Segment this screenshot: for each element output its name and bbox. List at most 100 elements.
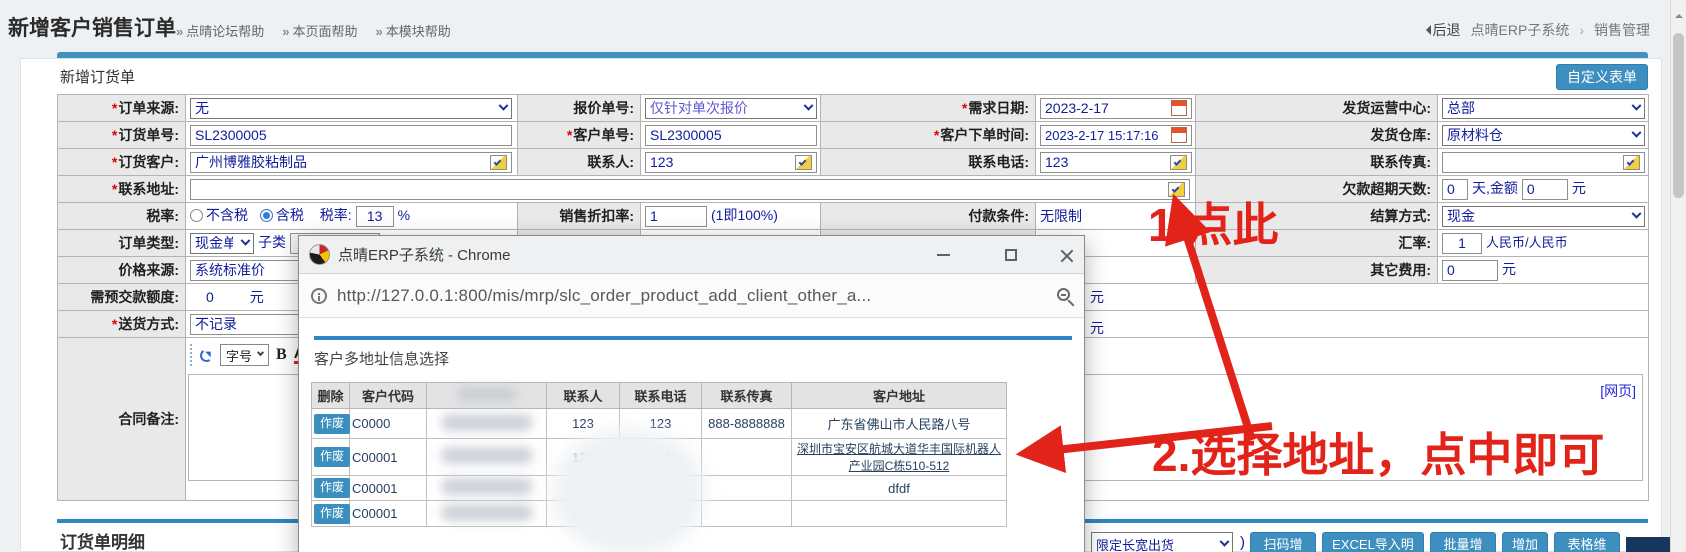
table-maintain-button[interactable]: 表格维护 bbox=[1554, 532, 1620, 552]
client-label: *订货客户: bbox=[57, 148, 186, 176]
clipped-button-fragment[interactable] bbox=[1626, 537, 1672, 552]
form-section-title: 新增订货单 bbox=[60, 69, 136, 86]
tax-rate-label: 税率: bbox=[319, 207, 352, 224]
help-link-page[interactable]: » 本页面帮助 bbox=[282, 21, 357, 40]
unit-limit-select[interactable]: 限定长宽出货 bbox=[1091, 532, 1233, 552]
screen: 新增客户销售订单 » 点晴论坛帮助 » 本页面帮助 » 本模块帮助 后退 点晴ERP子… bbox=[0, 0, 1686, 552]
settle-select[interactable]: 现金 bbox=[1442, 205, 1645, 227]
phone-input[interactable]: 123 bbox=[1040, 151, 1192, 173]
address-cell[interactable]: 广东省佛山市人民路八号 bbox=[791, 408, 1007, 439]
guillemet-icon: » bbox=[375, 24, 383, 39]
void-button[interactable]: 作废 bbox=[314, 413, 350, 434]
overdue-days-input[interactable]: 0 bbox=[1442, 178, 1468, 200]
minimize-button[interactable] bbox=[932, 245, 954, 265]
order-source-select[interactable]: 无 bbox=[190, 97, 512, 119]
client-no-input[interactable]: SL2300005 bbox=[645, 124, 817, 146]
quote-no-select[interactable]: 仅针对单次报价 bbox=[645, 97, 817, 119]
breadcrumb: 后退 点晴ERP子系统 › 销售管理 bbox=[1421, 20, 1650, 40]
prepay-unit: 元 bbox=[249, 289, 264, 305]
address-select-popup-window: 点晴ERP子系统 - Chrome http://127.0.0.1:800/m… bbox=[298, 235, 1085, 552]
address-cell[interactable] bbox=[791, 500, 1007, 527]
blur-censor-overlay bbox=[551, 428, 706, 552]
client-no-label: *客户单号: bbox=[517, 121, 641, 149]
chevron-down-icon bbox=[498, 100, 509, 111]
order-type-select[interactable]: 现金单 bbox=[190, 232, 254, 254]
help-link-module[interactable]: » 本模块帮助 bbox=[376, 21, 451, 40]
help-link-forum[interactable]: » 点晴论坛帮助 bbox=[176, 21, 264, 40]
discount-hint: (1即100%) bbox=[711, 207, 778, 224]
contact-input[interactable]: 123 bbox=[645, 151, 817, 173]
fax-input[interactable] bbox=[1442, 151, 1645, 173]
picker-icon[interactable] bbox=[490, 154, 507, 170]
payment-terms-value: 无限制 bbox=[1040, 208, 1082, 224]
hidden-field-unit-fragment: 元 bbox=[1090, 289, 1104, 305]
vertical-scrollbar[interactable] bbox=[1670, 0, 1686, 552]
order-no-input[interactable]: SL2300005 bbox=[190, 124, 512, 146]
void-button[interactable]: 作废 bbox=[314, 503, 350, 524]
demand-date-input[interactable]: 2023-2-17 bbox=[1040, 97, 1192, 119]
webpage-link[interactable]: [网页] bbox=[1600, 381, 1636, 401]
popup-title-bar[interactable]: 点晴ERP子系统 - Chrome bbox=[299, 236, 1084, 274]
col-phone: 联系电话 bbox=[619, 382, 702, 409]
address-picker-icon[interactable] bbox=[1168, 181, 1185, 197]
order-subtype-label: 子类 bbox=[258, 234, 286, 251]
popup-url[interactable]: http://127.0.0.1:800/mis/mrp/slc_order_p… bbox=[337, 286, 871, 306]
zoom-out-icon[interactable] bbox=[1057, 288, 1070, 301]
scroll-up-icon[interactable] bbox=[1675, 10, 1683, 18]
void-button[interactable]: 作废 bbox=[314, 447, 350, 467]
client-order-time-input[interactable]: 2023-2-17 15:17:16 bbox=[1040, 124, 1192, 146]
annotation-step1: 1.点此 bbox=[1148, 199, 1279, 251]
tax-rate-input[interactable]: 13 bbox=[355, 205, 394, 227]
void-button[interactable]: 作废 bbox=[314, 478, 350, 498]
ship-center-select[interactable]: 总部 bbox=[1442, 97, 1645, 119]
back-link[interactable]: 后退 bbox=[1421, 20, 1461, 40]
prepay-label: 需预交款额度: bbox=[57, 283, 186, 311]
contract-note-label: 合同备注: bbox=[57, 337, 186, 501]
scan-add-button[interactable]: 扫码增加 bbox=[1250, 532, 1316, 552]
picker-icon[interactable] bbox=[1623, 154, 1640, 170]
ship-warehouse-select[interactable]: 原材料仓 bbox=[1442, 124, 1645, 146]
ship-warehouse-label: 发货仓库: bbox=[1195, 121, 1438, 149]
breadcrumb-system[interactable]: 点晴ERP子系统 bbox=[1471, 20, 1570, 40]
client-input[interactable]: 广州博雅胶粘制品 bbox=[190, 151, 512, 173]
breadcrumb-module[interactable]: 销售管理 bbox=[1594, 20, 1650, 40]
address-cell-target[interactable]: 深圳市宝安区航城大道华丰国际机器人产业园C栋510-512 bbox=[791, 438, 1007, 476]
discount-input[interactable]: 1 bbox=[645, 205, 707, 227]
scrollbar-thumb[interactable] bbox=[1673, 33, 1684, 198]
maximize-button[interactable] bbox=[1000, 245, 1022, 265]
tax-excluded-radio[interactable] bbox=[190, 209, 203, 223]
excel-import-button[interactable]: EXCEL导入明细 bbox=[1322, 532, 1424, 552]
address-input[interactable] bbox=[190, 178, 1190, 200]
add-button[interactable]: 增加 bbox=[1502, 532, 1548, 552]
delivery-label: *送货方式: bbox=[57, 310, 186, 338]
overdue-amount-input[interactable]: 0 bbox=[1521, 178, 1568, 200]
exchange-unit: 人民币/人民币 bbox=[1486, 235, 1568, 251]
popup-window-title: 点晴ERP子系统 - Chrome bbox=[338, 247, 511, 264]
address-table-header: 删除 客户代码 联系人 联系电话 联系传真 客户地址 bbox=[311, 382, 1007, 409]
address-cell[interactable]: dfdf bbox=[791, 475, 1007, 501]
tax-included-radio[interactable] bbox=[259, 209, 273, 223]
detail-section-title: 订货单明细 bbox=[60, 533, 145, 552]
contact-label: 联系人: bbox=[517, 148, 641, 176]
paren-text: ) bbox=[1240, 534, 1245, 551]
calendar-icon[interactable] bbox=[1171, 100, 1187, 116]
font-size-select[interactable]: 字号 bbox=[220, 344, 270, 366]
close-button[interactable] bbox=[1056, 245, 1078, 265]
batch-add-button[interactable]: 批量增加 bbox=[1430, 532, 1496, 552]
bold-button[interactable]: B bbox=[276, 346, 287, 364]
other-fee-input[interactable]: 0 bbox=[1442, 259, 1498, 281]
calendar-icon[interactable] bbox=[1171, 127, 1187, 143]
picker-icon[interactable] bbox=[795, 154, 812, 170]
ship-center-label: 发货运营中心: bbox=[1195, 94, 1438, 122]
back-arrow-icon bbox=[1421, 25, 1431, 35]
info-icon[interactable] bbox=[311, 287, 327, 304]
tax-label: 税率: bbox=[57, 202, 186, 230]
undo-icon[interactable] bbox=[198, 347, 215, 363]
overdue-unit2: 元 bbox=[1571, 180, 1586, 197]
help-links: » 点晴论坛帮助 » 本页面帮助 » 本模块帮助 bbox=[176, 21, 451, 40]
picker-icon[interactable] bbox=[1170, 154, 1187, 170]
toolbar-grip-icon[interactable] bbox=[190, 344, 193, 366]
exchange-input[interactable]: 1 bbox=[1442, 232, 1482, 254]
popup-url-bar[interactable]: http://127.0.0.1:800/mis/mrp/slc_order_p… bbox=[299, 274, 1084, 318]
customize-form-button[interactable]: 自定义表单 bbox=[1556, 64, 1648, 90]
